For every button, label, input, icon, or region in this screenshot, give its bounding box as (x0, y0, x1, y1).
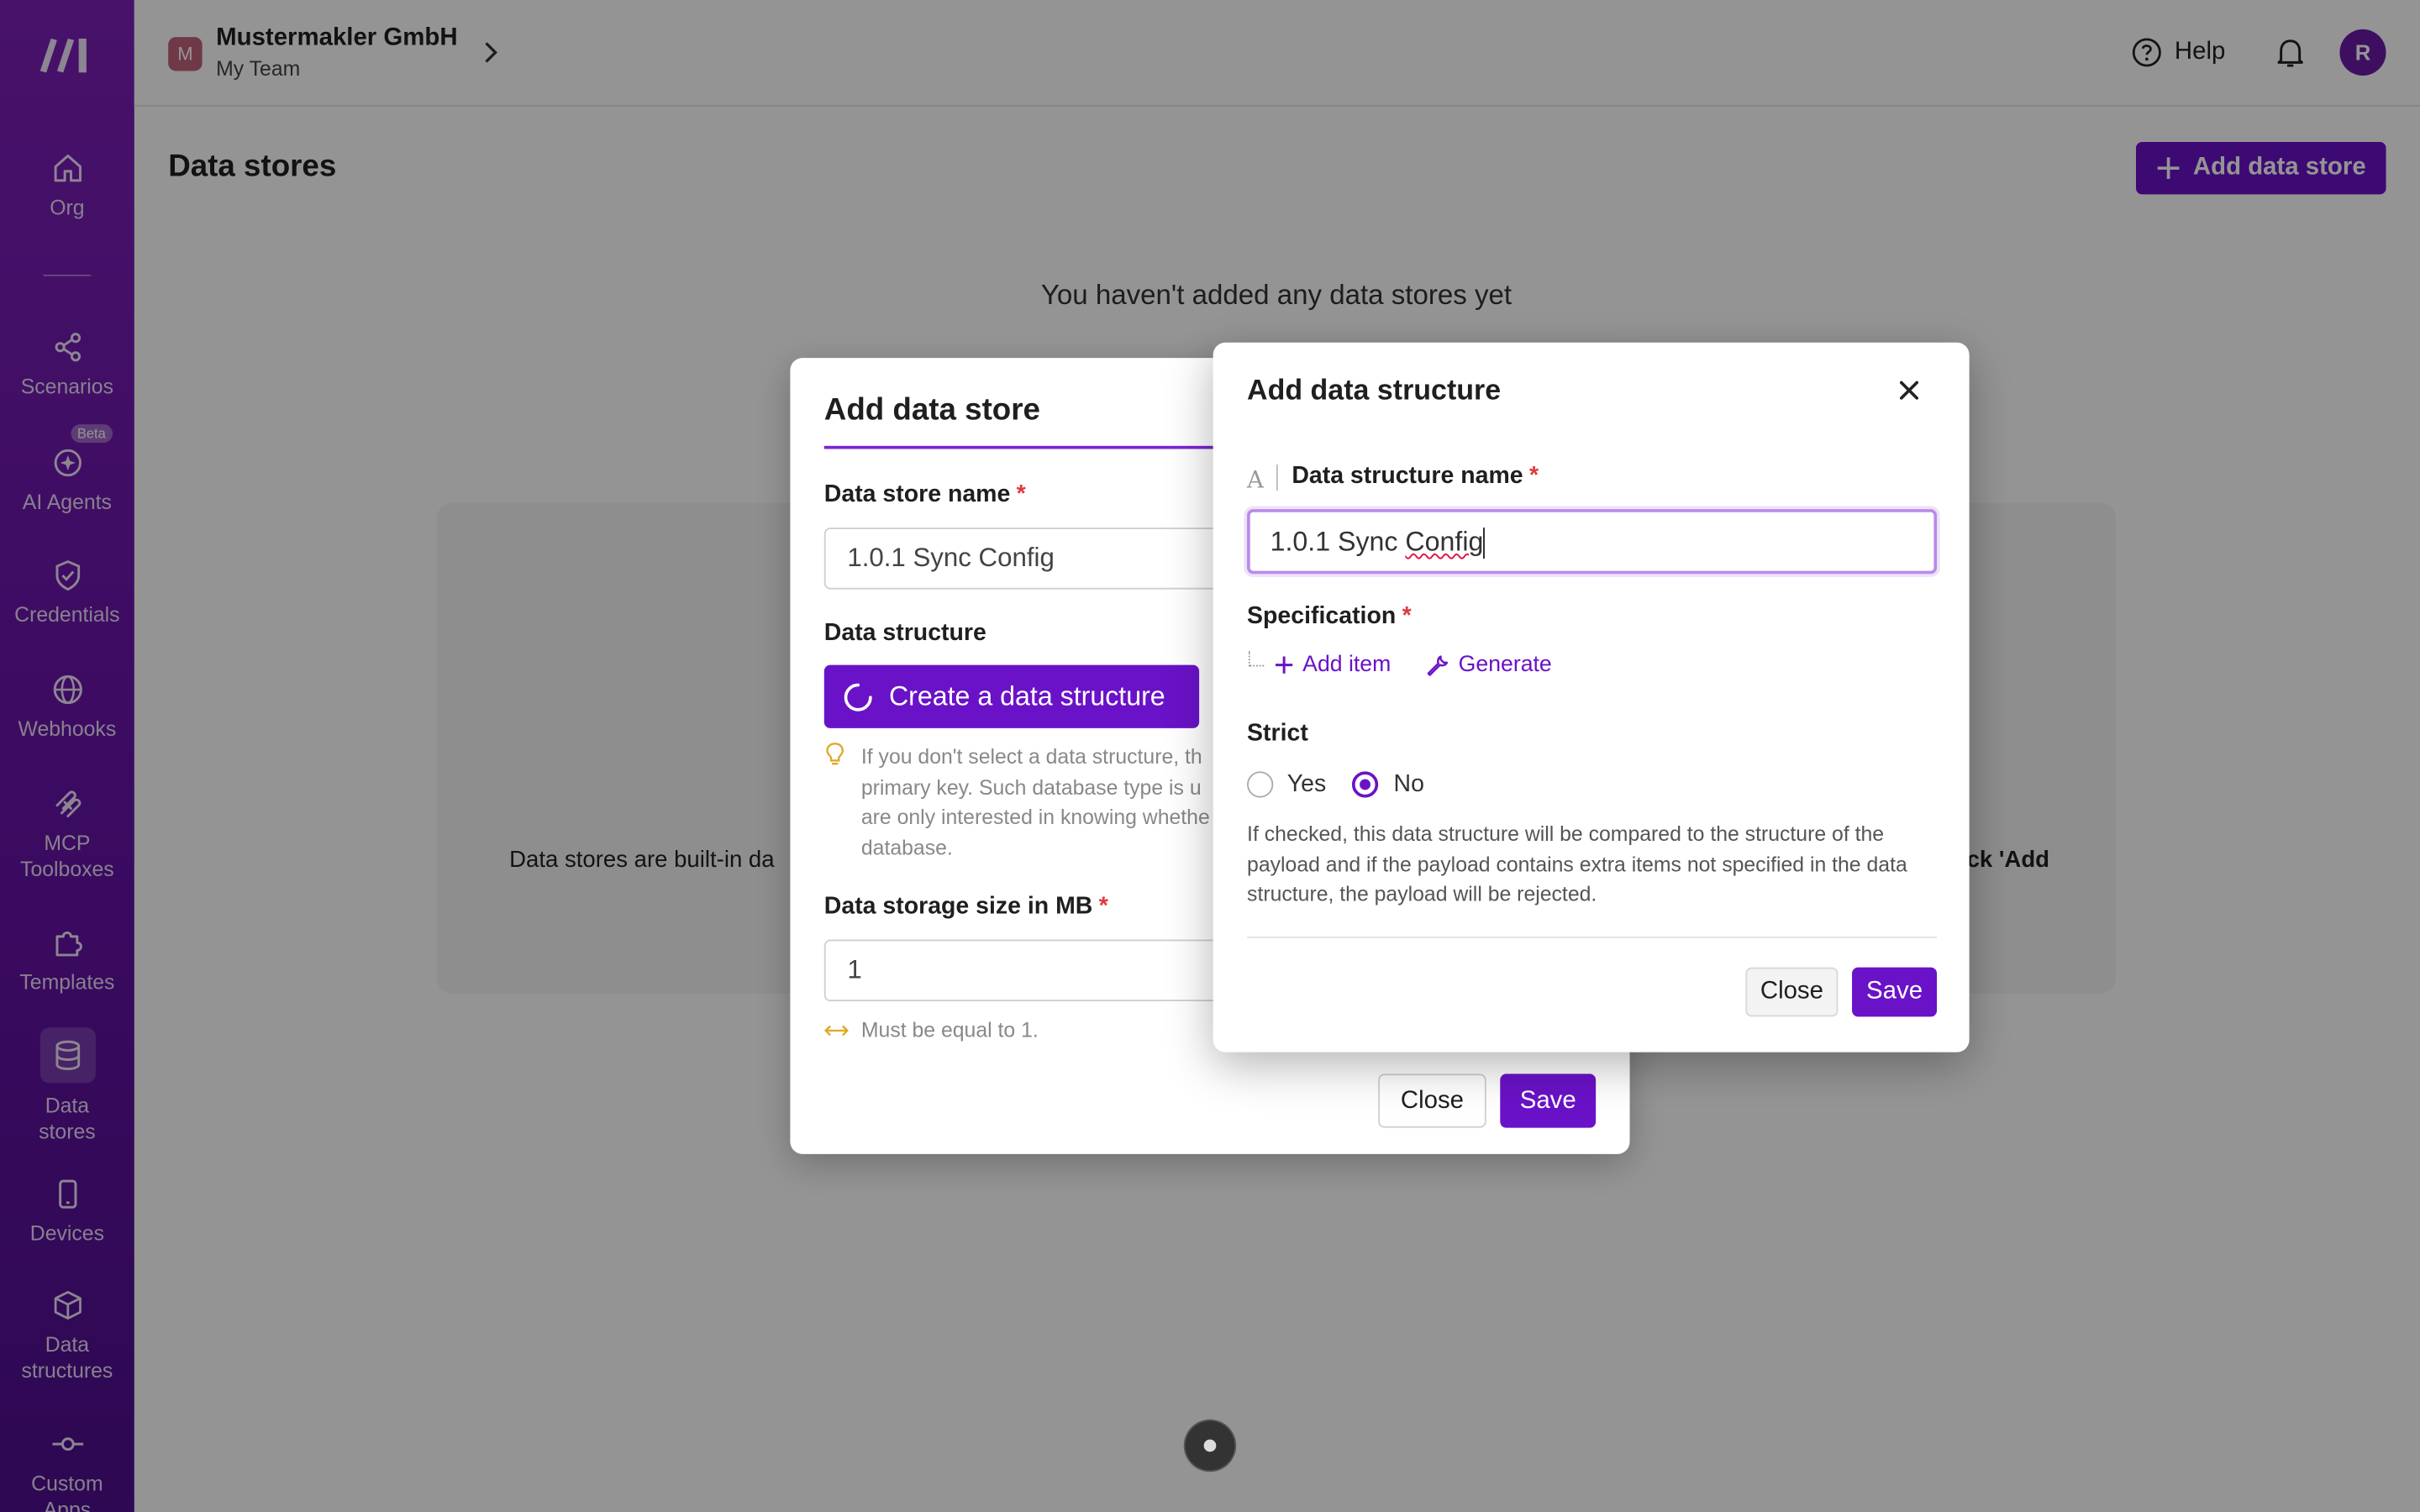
plus-icon (1276, 656, 1293, 674)
data-structure-name-label: Data structure name * (1292, 463, 1539, 491)
required-asterisk: * (1528, 463, 1539, 490)
dialog-title: Add data structure (1247, 373, 1502, 407)
strict-no-radio[interactable] (1351, 771, 1379, 798)
app-root: Org Scenarios Beta AI Agents Credentials… (0, 0, 2420, 1512)
specification-label-text: Specification (1247, 603, 1397, 630)
required-asterisk: * (1098, 893, 1108, 920)
close-icon[interactable] (1895, 376, 1923, 404)
required-asterisk: * (1016, 481, 1026, 508)
save-button[interactable]: Save (1852, 967, 1938, 1017)
close-button[interactable]: Close (1745, 967, 1839, 1017)
strict-yes-label[interactable]: Yes (1287, 771, 1326, 799)
strict-label: Strict (1247, 720, 1308, 747)
storage-size-hint: Must be equal to 1. (860, 1018, 1039, 1042)
hint-line: database. (860, 835, 953, 859)
data-structure-hint: If you don't select a data structure, th… (861, 742, 1263, 862)
data-structure-label: Data structure (823, 620, 986, 647)
lightbulb-icon (826, 743, 844, 765)
add-item-button[interactable]: Add item (1275, 653, 1391, 677)
text-caret (1483, 528, 1486, 559)
text-type-icon: A (1247, 465, 1264, 494)
dialog-title: Add data store (823, 393, 1040, 428)
data-store-name-label: Data store name * (824, 481, 1026, 509)
floating-record-indicator[interactable] (1185, 1420, 1235, 1471)
save-button[interactable]: Save (1500, 1074, 1597, 1128)
storage-size-label-text: Data storage size in MB (823, 893, 1093, 920)
close-button[interactable]: Close (1378, 1074, 1486, 1128)
type-divider (1276, 464, 1278, 491)
create-data-structure-button[interactable]: Create a data structure (823, 664, 1200, 728)
generate-button[interactable]: Generate (1426, 653, 1552, 677)
data-store-name-label-text: Data store name (823, 481, 1011, 508)
input-text-misspelled: Config (1405, 526, 1484, 558)
footer-divider (1247, 936, 1938, 938)
wrench-icon (1427, 654, 1449, 675)
generate-label: Generate (1458, 652, 1552, 678)
hint-line: are only interested in knowing whethe (860, 805, 1210, 829)
hint-line: If you don't select a data structure, th (860, 745, 1202, 769)
strict-no-label[interactable]: No (1394, 771, 1424, 799)
strict-yes-radio[interactable] (1247, 771, 1274, 798)
spinner-icon (844, 682, 872, 711)
hint-line: primary key. Such database type is u (860, 774, 1202, 799)
input-text: 1.0.1 Sync (1270, 526, 1406, 558)
tree-connector (1248, 651, 1265, 667)
storage-size-label: Data storage size in MB * (824, 893, 1108, 921)
add-item-label: Add item (1302, 652, 1392, 678)
range-arrows-icon (823, 1025, 850, 1037)
data-structure-name-input[interactable]: 1.0.1 Sync Config (1247, 509, 1938, 575)
specification-label: Specification * (1247, 603, 1412, 631)
strict-description: If checked, this data structure will be … (1247, 822, 1907, 906)
create-data-structure-label: Create a data structure (888, 680, 1165, 711)
required-asterisk: * (1402, 603, 1412, 630)
data-structure-name-label-text: Data structure name (1292, 463, 1523, 490)
add-data-structure-dialog: Add data structure A Data structure name… (1213, 342, 1970, 1053)
